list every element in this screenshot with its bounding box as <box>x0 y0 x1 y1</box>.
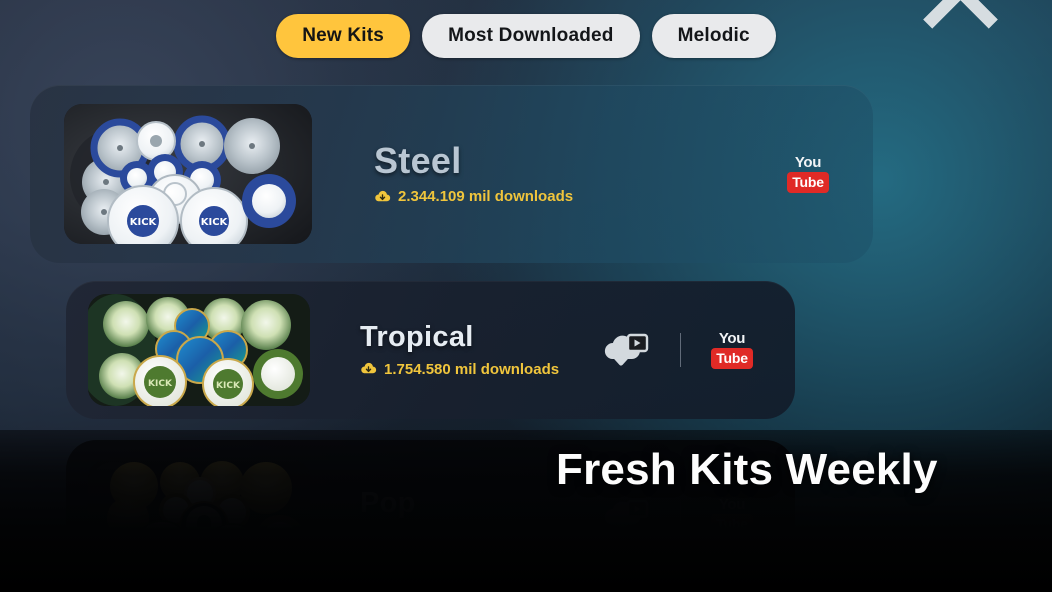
action-divider <box>680 333 681 367</box>
kit-actions-steel: You Tube <box>787 155 829 193</box>
kit-name: Steel <box>374 140 462 181</box>
cloud-video-download-icon[interactable] <box>598 329 650 371</box>
kit-actions-pop: You Tube <box>598 495 753 537</box>
kit-thumbnail-pop[interactable] <box>88 460 310 572</box>
kit-thumbnail-steel[interactable]: KICK KICK <box>64 104 312 244</box>
cloud-download-icon <box>361 528 377 540</box>
kit-info-pop: Pop 612.718 mil downloads <box>360 486 547 544</box>
tropical-drum-kit-thumbnail: KICK KICK <box>88 294 310 406</box>
kit-downloads: 2.344.109 mil downloads <box>374 188 573 205</box>
kit-info-tropical: Tropical 1.754.580 mil downloads <box>360 320 559 378</box>
youtube-tube-label: Tube <box>787 172 829 193</box>
cloud-video-download-icon[interactable] <box>598 495 650 537</box>
cloud-download-icon <box>361 362 377 374</box>
youtube-link[interactable]: You Tube <box>711 497 753 535</box>
kit-list: KICK KICK Steel 2.344.109 mil downloads <box>0 0 1052 592</box>
kit-thumbnail-tropical[interactable]: KICK KICK <box>88 294 310 406</box>
youtube-you-label: You <box>794 154 822 171</box>
banner-title: Fresh Kits Weekly <box>556 445 938 494</box>
kit-name: Tropical <box>360 320 474 353</box>
svg-text:KICK: KICK <box>216 381 241 391</box>
kit-downloads-text: 2.344.109 mil downloads <box>398 188 574 205</box>
svg-text:KICK: KICK <box>148 379 173 389</box>
kit-info-steel: Steel 2.344.109 mil downloads <box>374 140 573 206</box>
youtube-you-label: You <box>718 330 746 347</box>
tab-new-kits[interactable]: New Kits <box>276 14 411 58</box>
youtube-you-label: You <box>718 496 746 513</box>
svg-text:KICK: KICK <box>130 217 158 228</box>
tab-melodic[interactable]: Melodic <box>651 14 776 58</box>
kit-downloads: 612.718 mil downloads <box>360 527 547 544</box>
kit-downloads: 1.754.580 mil downloads <box>360 361 559 378</box>
kit-name: Pop <box>360 486 416 519</box>
cloud-download-icon <box>375 190 391 201</box>
app-screen: New Kits Most Downloaded Melodic KICK KI… <box>0 0 1052 592</box>
youtube-tube-label: Tube <box>711 514 753 535</box>
svg-text:KICK: KICK <box>201 217 229 228</box>
tab-most-downloaded[interactable]: Most Downloaded <box>422 14 640 58</box>
steel-drum-kit-thumbnail: KICK KICK <box>64 104 312 244</box>
kit-actions-tropical: You Tube <box>598 329 753 371</box>
kit-downloads-text: 1.754.580 mil downloads <box>384 360 560 378</box>
action-divider <box>680 499 681 533</box>
pop-drum-kit-thumbnail <box>88 460 310 572</box>
youtube-link[interactable]: You Tube <box>711 331 753 369</box>
kit-row-steel[interactable]: KICK KICK Steel 2.344.109 mil downloads <box>30 85 873 263</box>
kit-row-tropical[interactable]: KICK KICK Tropical 1.754.580 mil downloa… <box>66 281 795 419</box>
youtube-tube-label: Tube <box>711 348 753 369</box>
youtube-link[interactable]: You Tube <box>787 155 829 193</box>
kit-downloads-text: 612.718 mil downloads <box>384 526 547 544</box>
category-tabs: New Kits Most Downloaded Melodic <box>0 14 1052 58</box>
